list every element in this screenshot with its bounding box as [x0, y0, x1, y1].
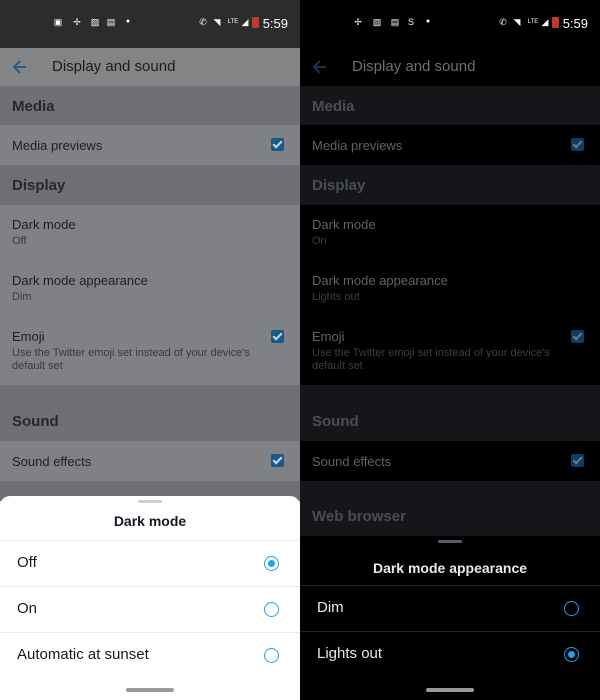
gesture-nav-bar[interactable]	[126, 688, 174, 692]
gallery-notification-icon: ▣	[53, 17, 63, 27]
image-notification-icon: ▨	[90, 17, 100, 27]
radio-unselected-icon[interactable]	[264, 602, 279, 617]
lte-label: LTE	[527, 19, 539, 25]
sound-effects-row[interactable]: Sound effects	[0, 441, 300, 481]
option-label: On	[17, 600, 38, 617]
app-notification-icon: ▤	[390, 17, 400, 27]
option-off[interactable]: Off	[0, 540, 300, 586]
section-header-display: Display	[0, 165, 300, 205]
radio-selected-icon[interactable]	[564, 647, 579, 662]
dot-icon: ●	[425, 18, 431, 25]
emoji-description: Use the Twitter emoji set instead of you…	[12, 347, 250, 372]
emoji-label: Emoji	[12, 329, 45, 344]
dark-mode-label: Dark mode	[12, 217, 76, 232]
emoji-row[interactable]: Emoji Use the Twitter emoji set instead …	[300, 317, 600, 385]
battery-icon	[552, 17, 559, 28]
option-automatic-at-sunset[interactable]: Automatic at sunset	[0, 632, 300, 678]
section-header-sound: Sound	[300, 385, 600, 441]
option-lights-out[interactable]: Lights out	[300, 631, 600, 677]
signal-icon: ◢	[541, 17, 549, 27]
media-previews-label: Media previews	[312, 138, 403, 153]
section-header-web-browser: Web browser	[300, 481, 600, 537]
checkbox-checked-icon[interactable]	[571, 330, 584, 343]
checkbox-checked-icon[interactable]	[571, 454, 584, 467]
option-label: Off	[17, 554, 37, 571]
section-header-sound: Sound	[0, 385, 300, 441]
sheet-title: Dark mode	[113, 513, 187, 529]
option-label: Dim	[317, 599, 344, 616]
sheet-drag-handle[interactable]	[138, 500, 162, 503]
sound-effects-label: Sound effects	[312, 454, 392, 469]
emoji-description: Use the Twitter emoji set instead of you…	[312, 347, 550, 372]
gesture-nav-bar[interactable]	[426, 688, 474, 692]
clock: 5:59	[262, 16, 288, 31]
section-header-media: Media	[300, 86, 600, 125]
app-bar: Display and sound	[300, 48, 600, 86]
dark-mode-label: Dark mode	[312, 217, 376, 232]
app-notification-icon: ▤	[106, 17, 116, 27]
checkbox-checked-icon[interactable]	[271, 330, 284, 343]
checkbox-checked-icon[interactable]	[271, 454, 284, 467]
dark-mode-appearance-value: Lights out	[312, 291, 360, 303]
page-title: Display and sound	[52, 58, 176, 75]
call-icon: ✆	[199, 17, 207, 27]
wifi-icon: ◥	[513, 17, 521, 27]
dark-mode-value: On	[312, 235, 327, 247]
s-notification-icon: S	[407, 17, 414, 27]
dark-mode-appearance-label: Dark mode appearance	[312, 273, 448, 288]
option-label: Automatic at sunset	[17, 646, 149, 663]
media-previews-row[interactable]: Media previews	[300, 125, 600, 165]
back-arrow-icon[interactable]	[12, 58, 28, 76]
pinwheel-notification-icon: ✢	[73, 17, 81, 27]
option-on[interactable]: On	[0, 586, 300, 632]
dark-mode-appearance-row[interactable]: Dark mode appearance Lights out	[300, 261, 600, 317]
option-dim[interactable]: Dim	[300, 585, 600, 631]
section-header-display: Display	[300, 165, 600, 205]
emoji-label: Emoji	[312, 329, 345, 344]
sheet-drag-handle[interactable]	[438, 540, 462, 543]
pinwheel-notification-icon: ✢	[354, 17, 362, 27]
signal-icon: ◢	[241, 17, 249, 27]
section-header-media: Media	[0, 86, 300, 125]
image-notification-icon: ▨	[372, 17, 382, 27]
back-arrow-icon[interactable]	[312, 58, 328, 76]
emoji-row[interactable]: Emoji Use the Twitter emoji set instead …	[0, 317, 300, 385]
dark-mode-row[interactable]: Dark mode On	[300, 205, 600, 261]
lte-label: LTE	[227, 19, 239, 25]
checkbox-checked-icon[interactable]	[271, 138, 284, 151]
radio-unselected-icon[interactable]	[564, 601, 579, 616]
sound-effects-label: Sound effects	[12, 454, 92, 469]
checkbox-checked-icon[interactable]	[571, 138, 584, 151]
screen-dark-mode-off: ▣ ✢ ▨ ▤ ● ✆ ◥ LTE ◢ 5:59 Display and sou…	[0, 0, 300, 700]
media-previews-row[interactable]: Media previews	[0, 125, 300, 165]
page-title: Display and sound	[352, 58, 476, 75]
sound-effects-row[interactable]: Sound effects	[300, 441, 600, 481]
dark-mode-value: Off	[12, 235, 27, 247]
option-label: Lights out	[317, 645, 383, 662]
radio-selected-icon[interactable]	[264, 556, 279, 571]
battery-icon	[252, 17, 259, 28]
sheet-title: Dark mode appearance	[372, 560, 528, 576]
dot-icon: ●	[125, 18, 131, 25]
media-previews-label: Media previews	[12, 138, 103, 153]
app-bar: Display and sound	[0, 48, 300, 86]
status-bar: ✢ ▨ ▤ S ● ✆ ◥ LTE ◢ 5:59	[300, 0, 600, 48]
dark-mode-appearance-label: Dark mode appearance	[12, 273, 148, 288]
dark-mode-row[interactable]: Dark mode Off	[0, 205, 300, 261]
dark-mode-appearance-bottom-sheet: Dark mode appearance Dim Lights out	[300, 536, 600, 700]
radio-unselected-icon[interactable]	[264, 648, 279, 663]
dark-mode-appearance-value: Dim	[12, 291, 32, 303]
screen-dark-mode-on: ✢ ▨ ▤ S ● ✆ ◥ LTE ◢ 5:59 Display and sou…	[300, 0, 600, 700]
clock: 5:59	[562, 16, 588, 31]
call-icon: ✆	[499, 17, 507, 27]
wifi-icon: ◥	[213, 17, 221, 27]
dark-mode-appearance-row[interactable]: Dark mode appearance Dim	[0, 261, 300, 317]
dark-mode-bottom-sheet: Dark mode Off On Automatic at sunset	[0, 496, 300, 700]
status-bar: ▣ ✢ ▨ ▤ ● ✆ ◥ LTE ◢ 5:59	[0, 0, 300, 48]
